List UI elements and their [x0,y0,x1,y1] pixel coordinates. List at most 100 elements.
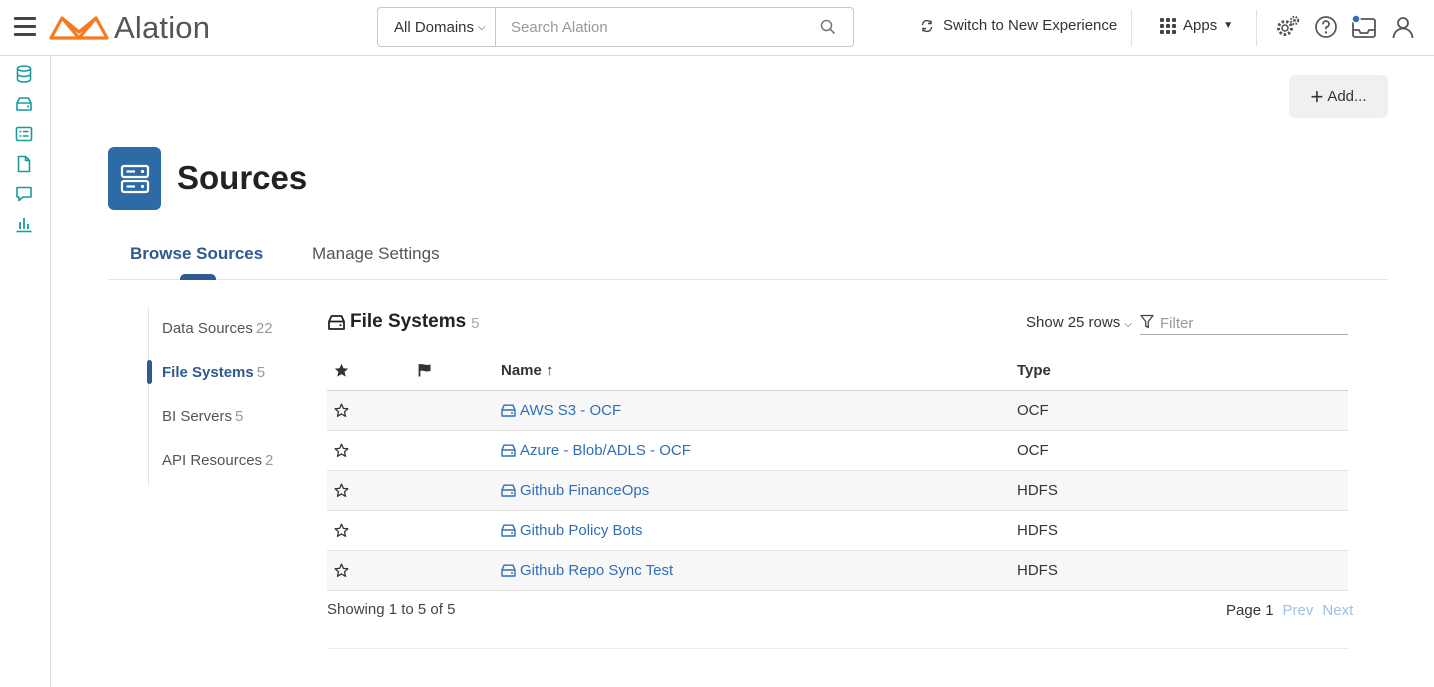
subnav-item-count: 5 [235,408,244,425]
flag-column-icon[interactable] [418,363,432,381]
rows-per-page-label: Show 25 rows [1026,314,1121,331]
source-name: AWS S3 - OCF [520,402,622,419]
file-system-icon[interactable] [14,94,34,114]
document-icon[interactable] [14,154,34,174]
alation-logo[interactable]: Alation [48,8,210,48]
source-type: OCF [1017,402,1049,419]
rows-per-page-select[interactable]: Show 25 rows ⌵ [1026,314,1132,331]
next-page-button[interactable]: Next [1322,602,1353,619]
subnav-item-bi-servers[interactable]: BI Servers 5 [162,408,243,425]
logo-mark-icon [49,16,109,40]
file-system-icon [328,314,345,330]
star-icon[interactable] [334,563,349,583]
prev-page-button[interactable]: Prev [1283,602,1314,619]
database-icon[interactable] [14,64,34,84]
search-bar: All Domains ⌵ [377,7,854,47]
file-system-icon [501,524,520,537]
star-icon[interactable] [334,443,349,463]
chevron-down-icon: ⌵ [478,21,486,33]
source-name: Github Repo Sync Test [520,562,674,579]
subnav-item-label: File Systems [162,364,254,381]
settings-gears-icon[interactable] [1274,13,1302,41]
section-title-label: File Systems [350,311,467,332]
filter-input[interactable] [1160,311,1340,332]
tab-bar: Browse Sources Manage Settings [108,240,1388,280]
sources-page-icon [108,147,161,210]
logo-text: Alation [114,10,211,45]
inbox-notifications-icon[interactable] [1350,13,1378,41]
filter-icon [1140,314,1154,329]
subnav-item-label: Data Sources [162,320,253,337]
star-icon[interactable] [334,523,349,543]
star-icon[interactable] [334,483,349,503]
add-button-label: Add... [1327,88,1367,105]
tab-manage-settings[interactable]: Manage Settings [312,244,440,264]
pagination-summary: Showing 1 to 5 of 5 [327,601,456,618]
table-row: Github Policy Bots HDFS [327,511,1348,551]
sort-ascending-icon: ↑ [546,362,554,379]
type-column-header[interactable]: Type [1017,362,1051,379]
pagination: Page 1 Prev Next [1226,602,1353,619]
subnav-item-count: 22 [255,320,273,337]
table-row: Github Repo Sync Test HDFS [327,551,1348,591]
source-name-link[interactable]: Github Repo Sync Test [501,562,673,579]
table-row: Github FinanceOps HDFS [327,471,1348,511]
analytics-icon[interactable] [14,214,34,234]
subnav-item-label: BI Servers [162,408,233,425]
top-bar: Alation All Domains ⌵ Switch to New Expe… [0,0,1434,56]
active-item-marker [147,360,152,384]
source-type-nav: Data Sources 22 File Systems 5 BI Servers 5… [147,308,288,486]
bi-server-icon[interactable] [14,124,34,144]
page-indicator: Page 1 [1226,602,1274,619]
divider [1256,10,1257,46]
filter-field [1140,309,1348,335]
name-column-header[interactable]: Name ↑ [501,362,554,379]
subnav-item-count: 5 [256,364,266,381]
subnav-item-data-sources[interactable]: Data Sources 22 [162,320,273,337]
source-type: HDFS [1017,522,1058,539]
section-title: File Systems 5 [327,311,480,333]
refresh-icon [921,19,933,32]
help-icon[interactable] [1312,13,1340,41]
divider [1131,10,1132,46]
source-name: Azure - Blob/ADLS - OCF [520,442,691,459]
left-rail [0,56,51,687]
file-system-icon [501,444,520,457]
user-profile-icon[interactable] [1389,13,1417,41]
active-tab-indicator [180,274,216,280]
file-system-icon [501,404,520,417]
menu-icon[interactable] [14,17,36,37]
plus-icon: + [1310,83,1324,109]
subnav-item-label: API Resources [162,452,263,469]
name-column-label: Name [501,362,542,379]
apps-menu[interactable]: Apps ▼ [1160,17,1233,34]
domain-select-label: All Domains [394,18,475,36]
subnav-item-api-resources[interactable]: API Resources 2 [162,452,273,469]
search-icon[interactable] [803,8,853,46]
caret-down-icon: ▼ [1223,20,1234,31]
table-row: Azure - Blob/ADLS - OCF OCF [327,431,1348,471]
source-name-link[interactable]: AWS S3 - OCF [501,402,621,419]
add-button[interactable]: + Add... [1289,75,1388,118]
source-name-link[interactable]: Azure - Blob/ADLS - OCF [501,442,691,459]
file-system-icon [501,484,520,497]
source-type: OCF [1017,442,1049,459]
switch-experience-button[interactable]: Switch to New Experience [920,17,1117,34]
table-row: AWS S3 - OCF OCF [327,391,1348,431]
domain-select[interactable]: All Domains ⌵ [378,8,496,46]
source-name: Github FinanceOps [520,482,650,499]
star-column-icon[interactable] [334,363,349,382]
section-count: 5 [471,315,480,332]
star-icon[interactable] [334,403,349,423]
conversation-icon[interactable] [14,184,34,204]
source-name-link[interactable]: Github FinanceOps [501,482,649,499]
source-type: HDFS [1017,562,1058,579]
apps-label: Apps [1183,17,1218,34]
subnav-item-count: 2 [265,452,274,469]
subnav-item-file-systems[interactable]: File Systems 5 [162,364,265,381]
divider [327,648,1348,649]
tab-browse-sources[interactable]: Browse Sources [130,244,263,264]
source-name-link[interactable]: Github Policy Bots [501,522,643,539]
file-systems-table: Name ↑ Type AWS S3 - OCF OCF Azure - Blob/… [327,351,1348,591]
search-input[interactable] [496,8,803,46]
